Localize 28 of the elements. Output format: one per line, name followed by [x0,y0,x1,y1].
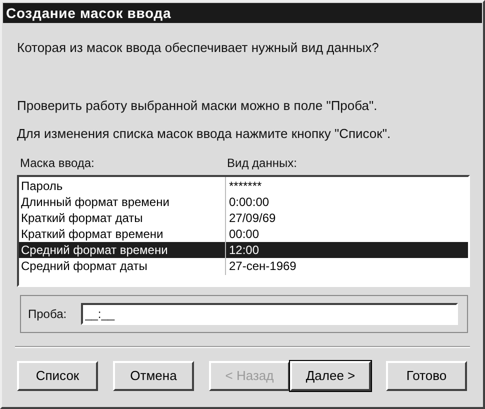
list-row[interactable]: Средний формат даты 27-сен-1969 [19,258,468,274]
column-header: Маска ввода: [20,154,96,172]
dialog-button[interactable]: Далее > [290,360,371,390]
mask-name: Краткий формат даты [19,208,226,226]
mask-name: Средний формат даты [19,256,226,274]
mask-name: Длинный формат времени [19,192,226,210]
mask-name: Средний формат времени [19,240,226,258]
list-row[interactable]: Средний формат времени 12:00 [19,242,468,258]
dialog-button[interactable]: Отмена [113,360,194,390]
mask-name: Пароль [19,176,226,194]
data-sample: 12:00 [228,242,260,258]
dialog-button[interactable]: Список [17,360,98,390]
test-label: Проба: [28,306,67,322]
dialog-button[interactable]: Готово [386,360,467,390]
window-title: Создание масок ввода [6,4,172,23]
list-row[interactable]: Краткий формат даты 27/09/69 [19,210,468,226]
question-text: Которая из масок ввода обеспечивает нужный вид данных? [17,39,380,57]
data-sample: ******* [228,178,262,194]
hint-text: Для изменения списка масок ввода нажмите кнопку "Список". [17,125,392,143]
data-sample: 0:00:00 [228,194,270,210]
column-header: Вид данных: [227,154,297,172]
list-row[interactable]: Длинный формат времени 0:00:00 [19,194,468,210]
data-sample: 27/09/69 [228,210,276,226]
test-input-field[interactable]: __:__ [80,302,458,324]
data-sample: 27-сен-1969 [228,258,296,274]
hint-text: Проверить работу выбранной маски можно в поле "Проба". [17,96,378,115]
list-row[interactable]: Пароль ******* [19,178,468,194]
data-sample: 00:00 [228,226,260,242]
